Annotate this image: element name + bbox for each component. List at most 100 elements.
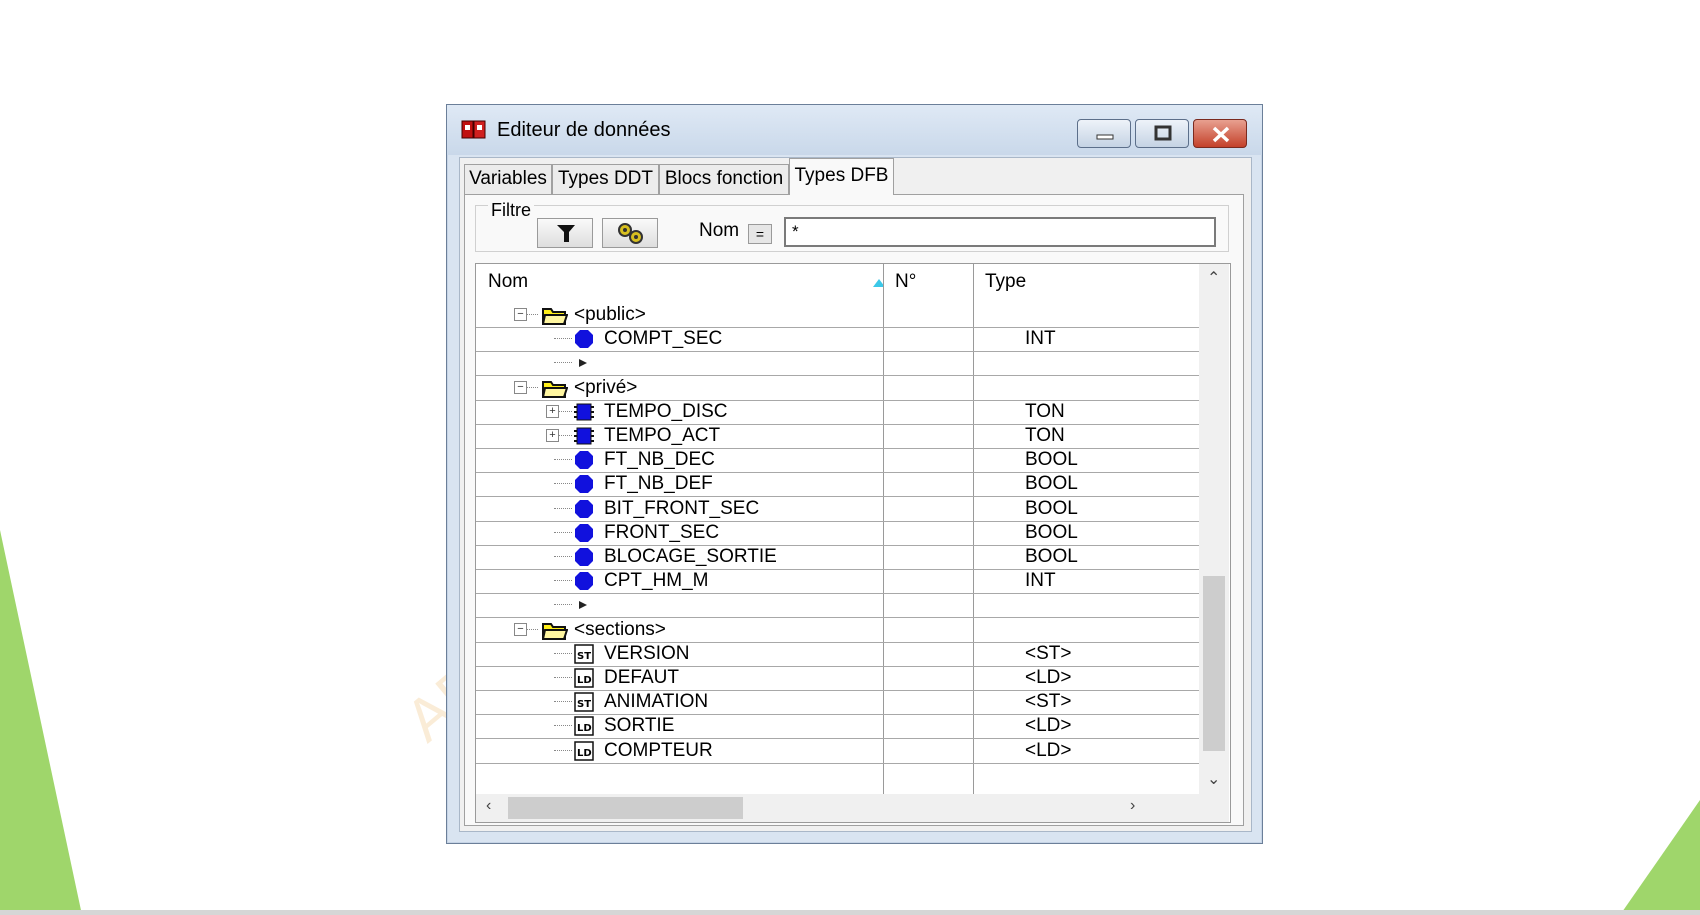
row-name[interactable]: COMPT_SEC [604,326,722,351]
row-name[interactable]: VERSION [604,641,690,666]
row-type[interactable]: <LD> [1025,713,1071,738]
gears-icon [618,223,643,244]
row-type[interactable]: BOOL [1025,520,1078,545]
tab-blocs-fonction[interactable]: Blocs fonction [659,164,789,194]
row-name[interactable]: <privé> [574,375,637,400]
tab-types-dfb[interactable]: Types DFB [789,158,894,195]
tree-folder-row[interactable]: − <sections> [476,617,1199,643]
table-row[interactable]: LD COMPTEUR <LD> [476,738,1199,764]
row-type[interactable]: BOOL [1025,496,1078,521]
collapse-toggle-icon[interactable]: − [514,380,527,394]
tree-connector [554,652,572,654]
tree-connector [554,749,572,751]
row-name[interactable]: SORTIE [604,713,674,738]
new-entry-icon [576,598,590,617]
row-name[interactable]: ANIMATION [604,689,708,714]
new-entry-icon [576,356,590,375]
table-row[interactable]: ST VERSION <ST> [476,641,1199,667]
table-row[interactable]: COMPT_SEC INT [476,326,1199,353]
vertical-scroll-thumb[interactable] [1203,576,1225,751]
row-name[interactable]: FRONT_SEC [604,520,719,545]
tree-connector [554,459,572,461]
tree-connector [554,338,572,340]
title-bar[interactable]: Editeur de données [447,105,1262,155]
expand-toggle-icon[interactable]: + [546,404,559,418]
row-type[interactable]: <ST> [1025,641,1071,666]
tab-variables[interactable]: Variables [464,164,552,194]
row-name[interactable]: TEMPO_DISC [604,399,728,424]
table-row[interactable]: CPT_HM_M INT [476,568,1199,595]
table-row[interactable]: ST ANIMATION <ST> [476,689,1199,716]
collapse-toggle-icon[interactable]: − [514,308,527,321]
close-button[interactable] [1193,119,1247,148]
row-name[interactable]: TEMPO_ACT [604,423,720,448]
tree-folder-row[interactable]: − <privé> [476,375,1199,401]
column-header-type[interactable]: Type [973,264,1199,302]
scroll-up-icon[interactable]: ⌃ [1207,268,1220,288]
row-type[interactable]: INT [1025,326,1056,351]
horizontal-scroll-thumb[interactable] [508,797,743,819]
tree-connector [554,531,572,533]
column-header-name[interactable]: Nom [476,264,883,302]
table-row[interactable] [476,592,1199,619]
decorative-green-shape-right [1620,800,1700,915]
row-name[interactable]: DEFAUT [604,665,679,690]
column-header-number[interactable]: N° [883,264,973,302]
collapse-toggle-icon[interactable]: − [514,622,527,636]
tree-connector [554,362,572,364]
maximize-button[interactable] [1135,119,1189,148]
row-type[interactable]: TON [1025,423,1065,448]
row-type[interactable]: <LD> [1025,738,1071,763]
table-row[interactable]: FRONT_SEC BOOL [476,520,1199,546]
scroll-right-icon[interactable]: › [1130,797,1135,815]
decorative-green-shape-left [0,530,82,915]
row-name[interactable]: FT_NB_DEF [604,471,713,496]
table-row[interactable]: LD SORTIE <LD> [476,713,1199,740]
row-type[interactable]: TON [1025,399,1065,424]
apply-filter-button[interactable] [537,218,593,248]
svg-text:LD: LD [577,675,592,686]
vertical-scrollbar[interactable]: ⌃ ⌄ [1199,264,1229,794]
row-name[interactable]: CPT_HM_M [604,568,709,593]
tab-types-ddt[interactable]: Types DDT [552,164,659,194]
row-name[interactable]: COMPTEUR [604,738,713,763]
expand-toggle-icon[interactable]: + [546,429,559,442]
filter-group: Filtre Nom = [475,200,1229,252]
ld-section-icon: LD [573,740,595,767]
table-row[interactable]: BIT_FRONT_SEC BOOL [476,496,1199,522]
row-name[interactable]: <sections> [574,617,666,642]
bottom-strip [0,910,1700,915]
svg-text:LD: LD [577,723,592,734]
table-row[interactable]: BLOCAGE_SORTIE BOOL [476,544,1199,570]
tree-connector [554,604,572,606]
row-type[interactable]: BOOL [1025,544,1078,569]
table-row[interactable]: LD DEFAUT <LD> [476,665,1199,691]
row-type[interactable]: BOOL [1025,447,1078,472]
filter-operator-button[interactable]: = [748,224,772,244]
row-name[interactable]: FT_NB_DEC [604,447,715,472]
row-name[interactable]: BLOCAGE_SORTIE [604,544,777,569]
row-type[interactable]: INT [1025,568,1056,593]
filter-name-label: Nom [699,220,740,241]
minimize-icon [1096,134,1114,140]
row-name[interactable]: <public> [574,302,646,327]
table-row[interactable]: FT_NB_DEF BOOL [476,471,1199,498]
filter-settings-button[interactable] [602,218,658,248]
row-type[interactable]: <LD> [1025,665,1071,690]
row-name[interactable]: BIT_FRONT_SEC [604,496,759,521]
tree-connector [554,507,572,509]
row-type[interactable]: <ST> [1025,689,1071,714]
types-dfb-panel: Filtre Nom = Nom [464,194,1244,826]
row-type[interactable]: BOOL [1025,471,1078,496]
scroll-left-icon[interactable]: ‹ [486,797,491,815]
scroll-down-icon[interactable]: ⌄ [1207,769,1220,789]
svg-text:ST: ST [577,699,591,710]
filter-name-input[interactable] [784,217,1216,247]
table-row[interactable]: + TEMPO_ACT TON [476,423,1199,449]
horizontal-scrollbar[interactable]: ‹ › [476,794,1229,822]
table-row[interactable]: FT_NB_DEC BOOL [476,447,1199,474]
table-row[interactable]: + TEMPO_DISC TON [476,399,1199,425]
tree-folder-row[interactable]: − <public> [476,302,1199,328]
table-row[interactable] [476,350,1199,377]
minimize-button[interactable] [1077,119,1131,148]
